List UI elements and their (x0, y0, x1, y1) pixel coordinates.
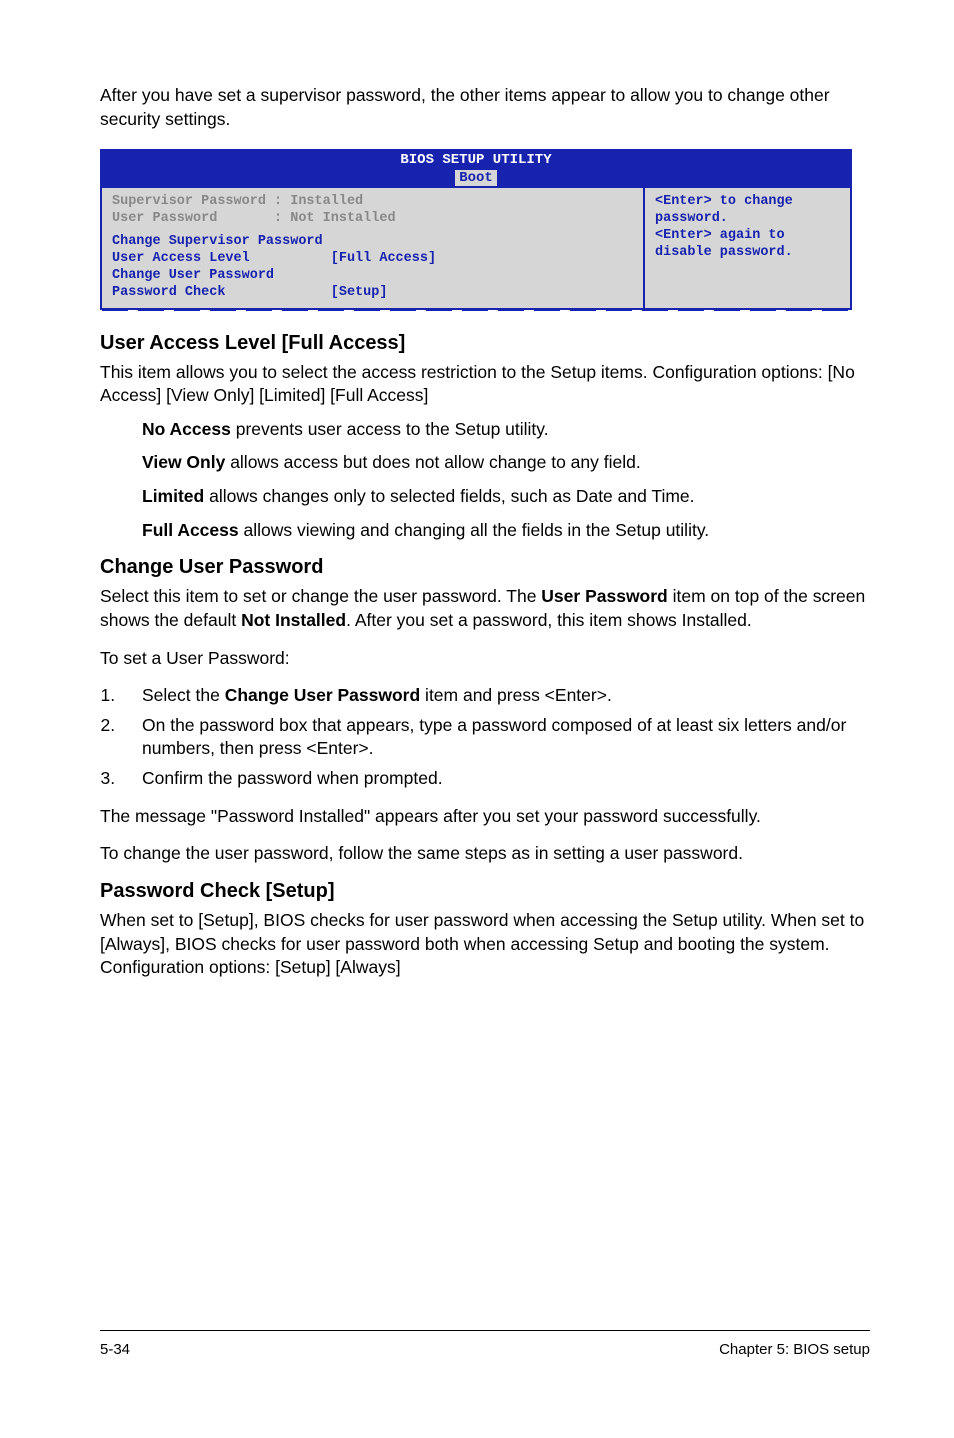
ual-full-access: Full Access allows viewing and changing … (142, 519, 870, 543)
heading-user-access-level: User Access Level [Full Access] (100, 332, 870, 355)
list-item: On the password box that appears, type a… (120, 714, 870, 761)
li1b: Change User Password (225, 685, 420, 705)
cup-p1d: Not Installed (241, 610, 346, 630)
ual-view-only-t: allows access but does not allow change … (225, 452, 640, 472)
list-item: Confirm the password when prompted. (120, 767, 870, 791)
bios-help-line4: disable password. (655, 245, 842, 262)
cup-p1e: . After you set a password, this item sh… (346, 610, 752, 630)
bios-user-password-status: User Password : Not Installed (112, 211, 635, 228)
bios-supervisor-password-status: Supervisor Password : Installed (112, 194, 635, 211)
bios-user-access-level: User Access Level [Full Access] (112, 251, 635, 268)
ual-limited-b: Limited (142, 486, 204, 506)
bios-help-line1: <Enter> to change (655, 194, 842, 211)
bios-title: BIOS SETUP UTILITY (102, 152, 850, 168)
ual-no-access-t: prevents user access to the Setup utilit… (231, 419, 549, 439)
cup-p1a: Select this item to set or change the us… (100, 586, 541, 606)
cup-success-msg: The message "Password Installed" appears… (100, 805, 870, 829)
bios-bottom-edge (100, 308, 852, 312)
bios-left-panel: Supervisor Password : Installed User Pas… (102, 188, 643, 307)
cup-change-note: To change the user password, follow the … (100, 842, 870, 866)
footer-divider (100, 1330, 870, 1331)
ual-description: This item allows you to select the acces… (100, 361, 870, 408)
bios-change-supervisor-password: Change Supervisor Password (112, 234, 635, 251)
heading-password-check: Password Check [Setup] (100, 880, 870, 903)
bios-change-user-password: Change User Password (112, 268, 635, 285)
bios-password-check: Password Check [Setup] (112, 285, 635, 302)
ual-view-only: View Only allows access but does not all… (142, 451, 870, 475)
cup-p1b: User Password (541, 586, 667, 606)
bios-right-panel: <Enter> to change password. <Enter> agai… (643, 188, 850, 307)
bios-header: BIOS SETUP UTILITY Boot (100, 149, 852, 186)
cup-steps: Select the Change User Password item and… (120, 684, 870, 791)
ual-limited: Limited allows changes only to selected … (142, 485, 870, 509)
footer-page-number: 5-34 (100, 1341, 130, 1358)
pc-description: When set to [Setup], BIOS checks for use… (100, 909, 870, 980)
bios-help-line2: password. (655, 211, 842, 228)
ual-limited-t: allows changes only to selected fields, … (204, 486, 694, 506)
ual-view-only-b: View Only (142, 452, 225, 472)
li1c: item and press <Enter>. (420, 685, 612, 705)
bios-user-access-level-value: [Full Access] (331, 251, 436, 266)
li1a: Select the (142, 685, 225, 705)
bios-password-check-label: Password Check (112, 285, 225, 300)
heading-change-user-password: Change User Password (100, 556, 870, 579)
page-footer: 5-34 Chapter 5: BIOS setup (0, 1330, 954, 1358)
intro-paragraph: After you have set a supervisor password… (100, 84, 870, 131)
cup-to-set: To set a User Password: (100, 647, 870, 671)
bios-body: Supervisor Password : Installed User Pas… (100, 186, 852, 309)
ual-full-access-t: allows viewing and changing all the fiel… (239, 520, 710, 540)
bios-password-check-value: [Setup] (331, 285, 388, 300)
list-item: Select the Change User Password item and… (120, 684, 870, 708)
bios-tab-boot: Boot (455, 170, 497, 186)
ual-no-access-b: No Access (142, 419, 231, 439)
bios-help-line3: <Enter> again to (655, 228, 842, 245)
footer-chapter: Chapter 5: BIOS setup (719, 1341, 870, 1358)
bios-user-access-level-label: User Access Level (112, 251, 250, 266)
cup-description: Select this item to set or change the us… (100, 585, 870, 632)
ual-no-access: No Access prevents user access to the Se… (142, 418, 870, 442)
bios-screenshot: BIOS SETUP UTILITY Boot Supervisor Passw… (100, 149, 852, 311)
ual-full-access-b: Full Access (142, 520, 239, 540)
